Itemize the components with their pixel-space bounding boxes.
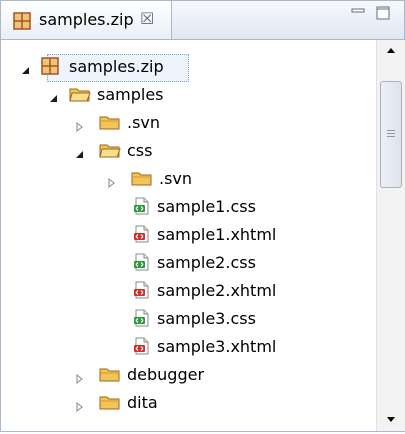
- tree-item[interactable]: samples.zip: [1, 52, 375, 80]
- xhtml-file-icon: [133, 225, 151, 247]
- scroll-thumb[interactable]: [380, 81, 402, 188]
- tree-item[interactable]: sample1.xhtml: [1, 220, 375, 248]
- close-icon[interactable]: ☒: [140, 9, 154, 28]
- vertical-scrollbar[interactable]: [376, 40, 405, 431]
- tree-item[interactable]: .svn: [1, 108, 375, 136]
- collapse-toggle-icon[interactable]: [49, 89, 59, 102]
- tree-item-label: samples.zip: [69, 57, 164, 76]
- archive-icon: [41, 57, 59, 79]
- scroll-down-button[interactable]: [377, 410, 405, 430]
- xhtml-file-icon: [133, 281, 151, 303]
- tree-item[interactable]: samples: [1, 80, 375, 108]
- expand-toggle-icon[interactable]: [75, 369, 85, 385]
- file-tree: samples.zip samples .svn css .svn sample1.css…: [1, 40, 375, 431]
- css-file-icon: [133, 309, 151, 331]
- thumb-grip: [387, 130, 395, 131]
- folder-icon: [99, 393, 121, 415]
- tree-item-label: sample2.xhtml: [157, 281, 277, 300]
- tree-item-label: debugger: [127, 365, 205, 384]
- thumb-grip: [387, 136, 395, 137]
- collapse-toggle-icon[interactable]: [21, 61, 31, 74]
- folder-open-icon: [69, 85, 91, 107]
- maximize-button[interactable]: [376, 5, 390, 20]
- folder-icon: [99, 113, 121, 135]
- css-file-icon: [133, 253, 151, 275]
- scroll-up-button[interactable]: [377, 40, 405, 60]
- folder-icon: [99, 365, 121, 387]
- minimize-button[interactable]: [351, 5, 365, 19]
- xhtml-file-icon: [133, 337, 151, 359]
- tree-item-label: sample1.xhtml: [157, 225, 277, 244]
- tree-item[interactable]: .svn: [1, 164, 375, 192]
- folder-open-icon: [99, 141, 121, 163]
- folder-icon: [131, 169, 153, 191]
- tab-title: samples.zip: [39, 10, 134, 29]
- tree-item-label: samples: [97, 85, 164, 104]
- tree-item[interactable]: sample1.css: [1, 192, 375, 220]
- archive-browser-view: samples.zip ☒ samples.zip samples .svn css.…: [0, 0, 405, 432]
- tree-item-label: css: [127, 141, 153, 160]
- tree-item-label: sample1.css: [157, 197, 256, 216]
- thumb-grip: [387, 133, 395, 134]
- tab-samples-zip[interactable]: samples.zip ☒: [1, 1, 172, 39]
- tree-item-label: .svn: [159, 169, 193, 188]
- expand-toggle-icon[interactable]: [107, 173, 117, 189]
- tree-item[interactable]: sample3.css: [1, 304, 375, 332]
- expand-toggle-icon[interactable]: [75, 117, 85, 133]
- tree-item[interactable]: sample3.xhtml: [1, 332, 375, 360]
- tree-item-label: .svn: [127, 113, 161, 132]
- tree-item-label: sample2.css: [157, 253, 256, 272]
- tree-item-label: sample3.css: [157, 309, 256, 328]
- tree-item[interactable]: sample2.xhtml: [1, 276, 375, 304]
- css-file-icon: [133, 197, 151, 219]
- tree-item[interactable]: sample2.css: [1, 248, 375, 276]
- tree-item-label: dita: [127, 393, 158, 412]
- tree-item-label: sample3.xhtml: [157, 337, 277, 356]
- expand-toggle-icon[interactable]: [75, 397, 85, 413]
- tree-item[interactable]: css: [1, 136, 375, 164]
- collapse-toggle-icon[interactable]: [75, 145, 85, 158]
- view-tab-bar: samples.zip ☒: [1, 1, 404, 40]
- archive-icon: [13, 12, 31, 34]
- tree-item[interactable]: dita: [1, 388, 375, 416]
- tree-item[interactable]: debugger: [1, 360, 375, 388]
